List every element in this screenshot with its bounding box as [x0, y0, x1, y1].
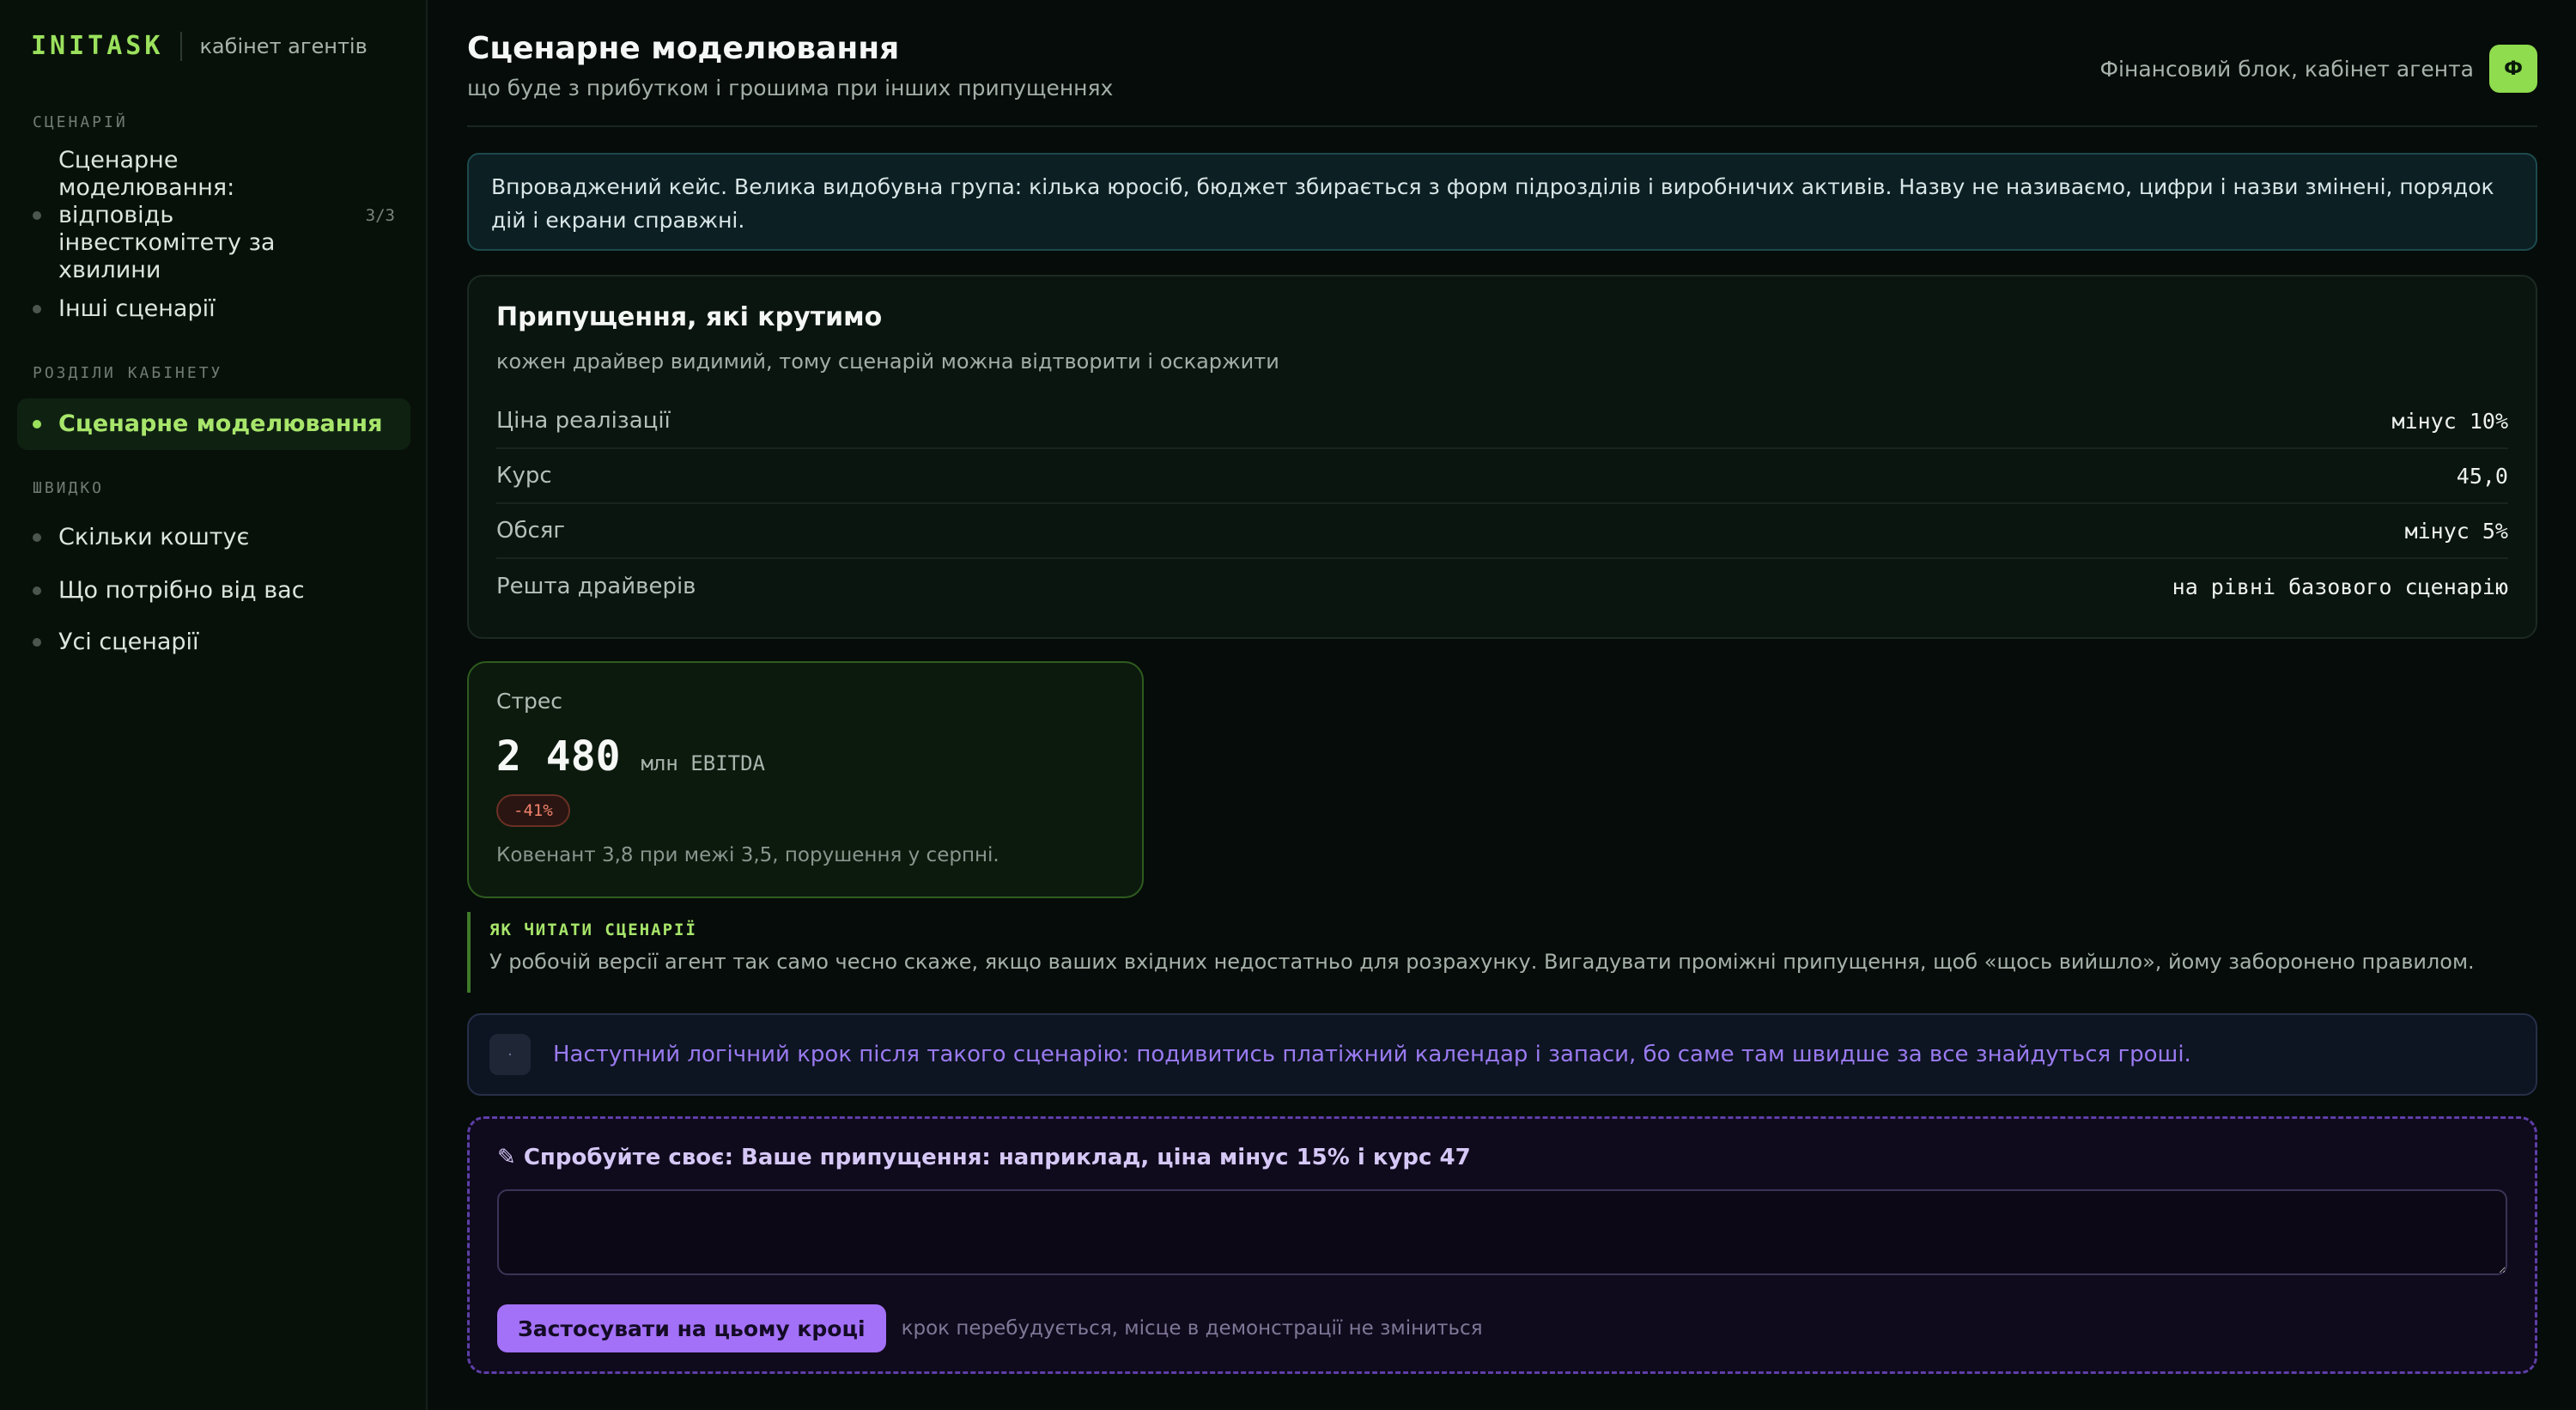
try-own-actions: Застосувати на цьому кроці крок перебуду… — [497, 1304, 2507, 1352]
assumption-value: мінус 10% — [2391, 408, 2508, 434]
sidebar-item-label: Сценарне моделювання — [58, 410, 383, 437]
sidebar-item-pricing[interactable]: Скільки коштує — [17, 524, 410, 551]
brand-logo[interactable]: INITASK — [31, 31, 163, 61]
apply-hint: крок перебудується, місце в демонстрації… — [901, 1317, 1483, 1340]
sidebar-item-section-modeling[interactable]: Сценарне моделювання — [17, 398, 410, 450]
header-divider — [467, 125, 2537, 127]
note-title: ЯК ЧИТАТИ СЦЕНАРІЇ — [489, 921, 697, 939]
page-subtitle: що буде з прибутком і грошима при інших … — [467, 76, 1114, 100]
sidebar: INITASK кабінет агентів СЦЕНАРІЙ Сценарн… — [0, 0, 428, 1410]
stress-value: 2 480 — [496, 732, 621, 781]
bullet-icon — [33, 638, 41, 647]
apply-button[interactable]: Застосувати на цьому кроці — [497, 1304, 886, 1352]
context-label: Фінансовий блок, кабінет агента — [2099, 56, 2474, 82]
stress-result-card: Стрес 2 480 млн EBITDA -41% Ковенант 3,8… — [467, 661, 1144, 898]
assumption-label: Решта драйверів — [496, 574, 696, 599]
sidebar-heading-scenarios: СЦЕНАРІЙ — [33, 113, 128, 131]
sidebar-item-all-scenarios[interactable]: Усі сценарії — [17, 629, 410, 656]
sidebar-item-label: Скільки коштує — [58, 524, 250, 550]
stress-label: Стрес — [496, 689, 563, 714]
sidebar-item-requirements[interactable]: Що потрібно від вас — [17, 577, 410, 605]
assumption-row: Решта драйверів на рівні базового сценар… — [496, 559, 2508, 614]
sidebar-item-other-scenarios[interactable]: Інші сценарії — [17, 295, 410, 323]
assumptions-list: Ціна реалізації мінус 10% Курс 45,0 Обся… — [496, 394, 2508, 614]
assumption-label: Курс — [496, 463, 552, 489]
assumption-value: 45,0 — [2456, 463, 2508, 489]
sidebar-heading-quick: ШВИДКО — [33, 479, 105, 497]
bullet-icon — [33, 420, 41, 428]
assumption-value: на рівні базового сценарію — [2172, 574, 2508, 599]
assumption-value: мінус 5% — [2404, 518, 2508, 544]
delta-badge: -41% — [496, 794, 570, 827]
try-own-assumption: ✎ Спробуйте своє: Ваше припущення: напри… — [467, 1116, 2537, 1374]
brand-divider — [180, 31, 183, 61]
assumptions-subtitle: кожен драйвер видимий, тому сценарій мож… — [496, 349, 1279, 374]
brand: INITASK кабінет агентів — [31, 31, 368, 61]
stress-value-line: 2 480 млн EBITDA — [496, 732, 1115, 781]
sidebar-item-label: Сценарне моделювання: відповідь інвестко… — [58, 147, 276, 283]
case-info-banner: Впроваджений кейс. Велика видобувна груп… — [467, 153, 2537, 251]
sidebar-item-label: Інші сценарії — [58, 295, 216, 322]
stress-unit: млн EBITDA — [641, 751, 766, 775]
note-text: У робочій версії агент так само чесно ск… — [489, 950, 2475, 974]
brand-subtitle: кабінет агентів — [199, 33, 368, 58]
case-info-text: Впроваджений кейс. Велика видобувна груп… — [491, 174, 2494, 233]
assumption-row: Обсяг мінус 5% — [496, 504, 2508, 559]
assumption-label: Ціна реалізації — [496, 408, 671, 434]
assumption-row: Ціна реалізації мінус 10% — [496, 394, 2508, 449]
bullet-icon — [33, 533, 41, 542]
page-title: Сценарне моделювання — [467, 31, 900, 66]
assumption-row: Курс 45,0 — [496, 449, 2508, 504]
sidebar-item-scenario-modeling[interactable]: Сценарне моделювання: відповідь інвестко… — [17, 147, 410, 283]
sidebar-heading-sections: РОЗДІЛИ КАБІНЕТУ — [33, 364, 223, 382]
bullet-icon — [33, 305, 41, 313]
assumption-label: Обсяг — [496, 518, 566, 544]
how-to-read-note: ЯК ЧИТАТИ СЦЕНАРІЇ У робочій версії аген… — [467, 912, 2537, 993]
stress-note: Ковенант 3,8 при межі 3,5, порушення у с… — [496, 844, 999, 866]
sidebar-item-label: Що потрібно від вас — [58, 577, 305, 604]
avatar[interactable]: Ф — [2489, 45, 2537, 93]
dot-icon: · — [489, 1034, 531, 1075]
bullet-icon — [33, 586, 41, 595]
header-context: Фінансовий блок, кабінет агента Ф — [2100, 45, 2537, 93]
bullet-icon — [33, 211, 41, 220]
assumptions-title: Припущення, які крутимо — [496, 302, 883, 332]
sidebar-item-label: Усі сценарії — [58, 629, 199, 655]
try-own-title: ✎ Спробуйте своє: Ваше припущення: напри… — [497, 1145, 1471, 1170]
next-step-banner[interactable]: · Наступний логічний крок після такого с… — [467, 1013, 2537, 1096]
assumptions-card: Припущення, які крутимо кожен драйвер ви… — [467, 275, 2537, 639]
next-step-text[interactable]: Наступний логічний крок після такого сце… — [553, 1042, 2191, 1067]
sidebar-item-count: 3/3 — [365, 206, 395, 225]
assumption-input[interactable] — [497, 1189, 2507, 1275]
